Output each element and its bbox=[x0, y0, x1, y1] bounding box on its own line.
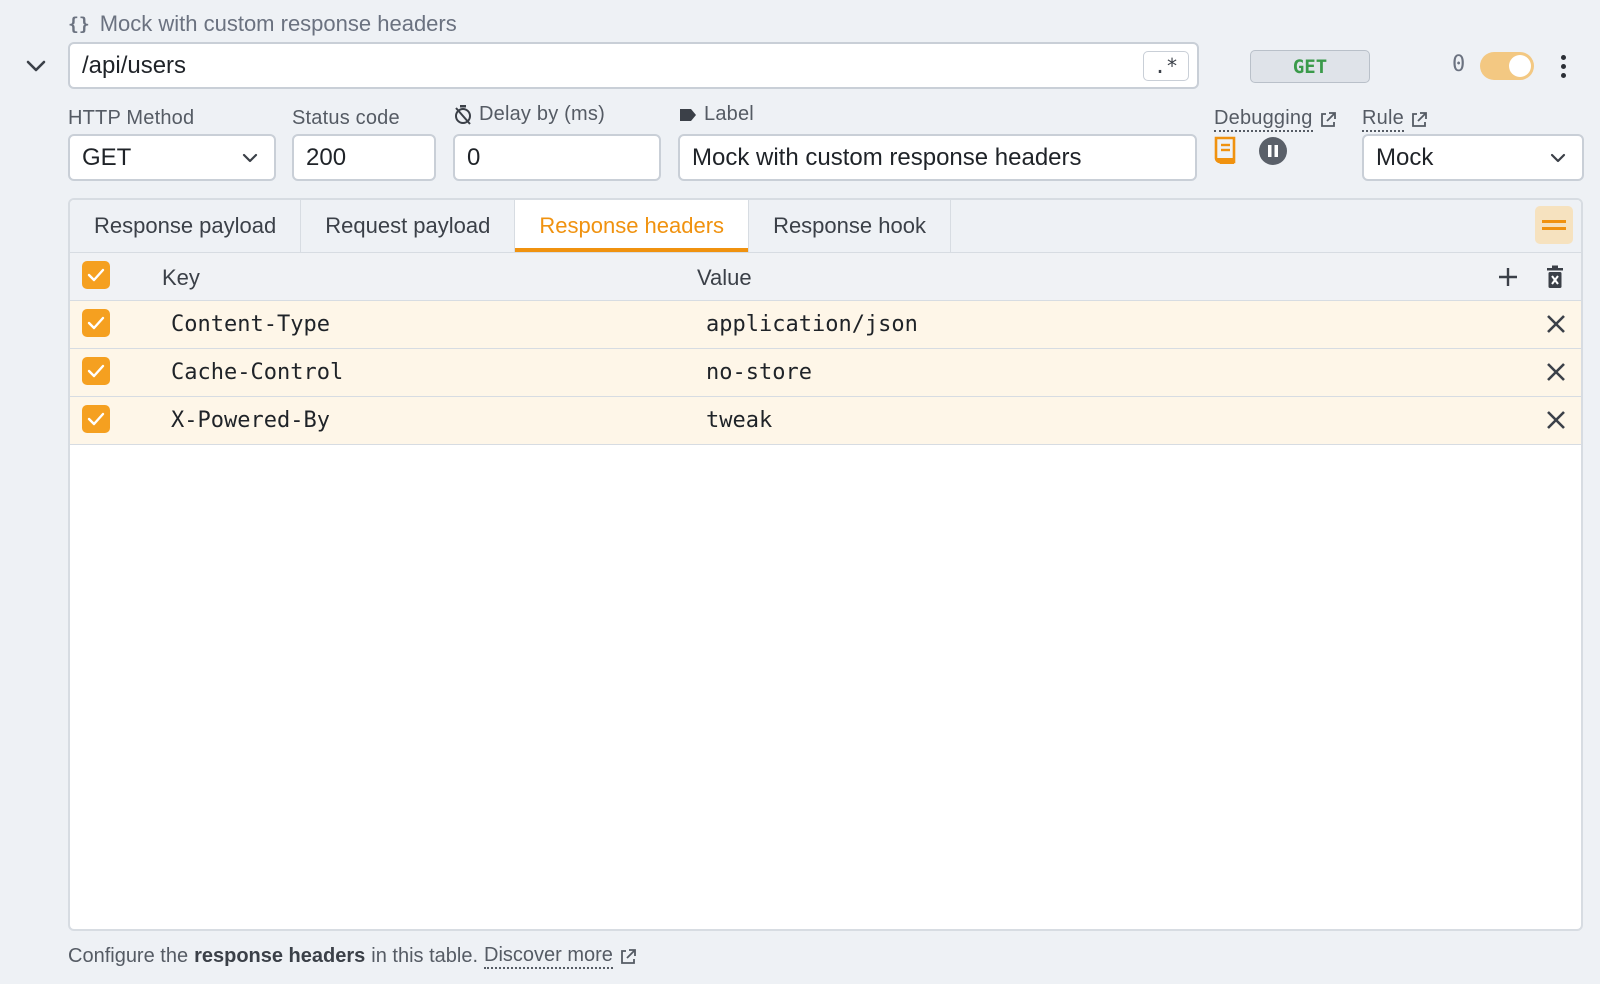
pane-layout-button[interactable] bbox=[1535, 206, 1573, 244]
discover-more-link[interactable]: Discover more bbox=[484, 944, 613, 969]
rule-title-text: Mock with custom response headers bbox=[99, 11, 457, 36]
toggle-knob bbox=[1509, 55, 1531, 77]
close-icon[interactable] bbox=[1545, 409, 1567, 431]
check-icon bbox=[87, 412, 105, 426]
close-icon[interactable] bbox=[1545, 313, 1567, 335]
row-checkbox[interactable] bbox=[82, 357, 110, 385]
tab-response-payload[interactable]: Response payload bbox=[70, 200, 302, 252]
external-link-icon bbox=[1320, 111, 1336, 127]
method-badge: GET bbox=[1250, 50, 1370, 83]
equals-icon bbox=[1542, 220, 1566, 230]
delete-all-icon[interactable] bbox=[1545, 265, 1565, 289]
hit-count: 0 bbox=[1452, 52, 1466, 77]
tag-icon bbox=[680, 108, 696, 121]
debug-actions bbox=[1214, 136, 1288, 166]
regex-toggle-button[interactable]: .* bbox=[1143, 51, 1189, 81]
tab-response-headers[interactable]: Response headers bbox=[515, 200, 750, 252]
rule-type-label[interactable]: Rule bbox=[1362, 107, 1428, 132]
rule-title: {} Mock with custom response headers bbox=[68, 10, 457, 38]
header-value[interactable]: tweak bbox=[706, 408, 772, 433]
http-method-value: GET bbox=[82, 143, 132, 171]
braces-icon: {} bbox=[68, 13, 90, 35]
chevron-down-icon bbox=[1550, 153, 1566, 163]
header-value[interactable]: application/json bbox=[706, 312, 918, 337]
check-icon bbox=[87, 316, 105, 330]
close-icon[interactable] bbox=[1545, 361, 1567, 383]
more-options-button[interactable] bbox=[1556, 52, 1570, 80]
url-input[interactable]: /api/users .* bbox=[68, 42, 1199, 89]
status-code-label: Status code bbox=[292, 107, 400, 129]
label-input[interactable]: Mock with custom response headers bbox=[678, 134, 1197, 181]
delay-label: Delay by (ms) bbox=[453, 103, 605, 126]
collapse-toggle[interactable] bbox=[22, 52, 50, 80]
url-value: /api/users bbox=[82, 51, 187, 79]
table-header: Key Value bbox=[70, 253, 1581, 301]
header-value[interactable]: no-store bbox=[706, 360, 812, 385]
header-key[interactable]: Content-Type bbox=[171, 312, 330, 337]
http-method-label: HTTP Method bbox=[68, 107, 195, 129]
plus-icon[interactable] bbox=[1497, 266, 1519, 288]
label-field-label: Label bbox=[678, 103, 754, 126]
table-row: X-Powered-By tweak bbox=[70, 397, 1581, 445]
status-code-input[interactable]: 200 bbox=[292, 134, 436, 181]
header-key[interactable]: X-Powered-By bbox=[171, 408, 330, 433]
check-icon bbox=[87, 268, 105, 282]
rule-enabled-toggle[interactable] bbox=[1480, 52, 1534, 80]
help-text-prefix: Configure the bbox=[68, 945, 189, 967]
timer-off-icon bbox=[455, 104, 471, 125]
tab-request-payload[interactable]: Request payload bbox=[301, 200, 516, 252]
delay-input[interactable]: 0 bbox=[453, 134, 661, 181]
status-code-value: 200 bbox=[306, 143, 347, 171]
column-value: Value bbox=[697, 265, 752, 290]
pause-icon[interactable] bbox=[1258, 136, 1288, 166]
table-row: Cache-Control no-store bbox=[70, 349, 1581, 397]
external-link-icon bbox=[621, 948, 636, 964]
external-link-icon bbox=[1412, 111, 1427, 127]
select-all-checkbox[interactable] bbox=[82, 261, 110, 289]
tab-bar: Response payload Request payload Respons… bbox=[70, 200, 1581, 253]
label-value: Mock with custom response headers bbox=[692, 143, 1082, 171]
chevron-down-icon bbox=[242, 153, 258, 163]
chevron-down-icon bbox=[26, 60, 46, 72]
help-text-bold: response headers bbox=[194, 945, 366, 967]
header-key[interactable]: Cache-Control bbox=[171, 360, 343, 385]
delay-value: 0 bbox=[467, 143, 481, 171]
debugging-label[interactable]: Debugging bbox=[1214, 107, 1337, 132]
receipt-icon[interactable] bbox=[1214, 136, 1240, 166]
column-key: Key bbox=[162, 265, 200, 290]
tab-response-hook[interactable]: Response hook bbox=[749, 200, 951, 252]
response-editor-panel: Response payload Request payload Respons… bbox=[68, 198, 1583, 931]
rule-type-value: Mock bbox=[1376, 143, 1434, 171]
check-icon bbox=[87, 364, 105, 378]
help-text-suffix: in this table. bbox=[371, 945, 479, 967]
rule-type-select[interactable]: Mock bbox=[1362, 134, 1584, 181]
row-checkbox[interactable] bbox=[82, 309, 110, 337]
help-text: Configure the response headers in this t… bbox=[68, 944, 637, 969]
row-checkbox[interactable] bbox=[82, 405, 110, 433]
http-method-select[interactable]: GET bbox=[68, 134, 276, 181]
more-vertical-icon bbox=[1560, 54, 1566, 60]
table-row: Content-Type application/json bbox=[70, 301, 1581, 349]
